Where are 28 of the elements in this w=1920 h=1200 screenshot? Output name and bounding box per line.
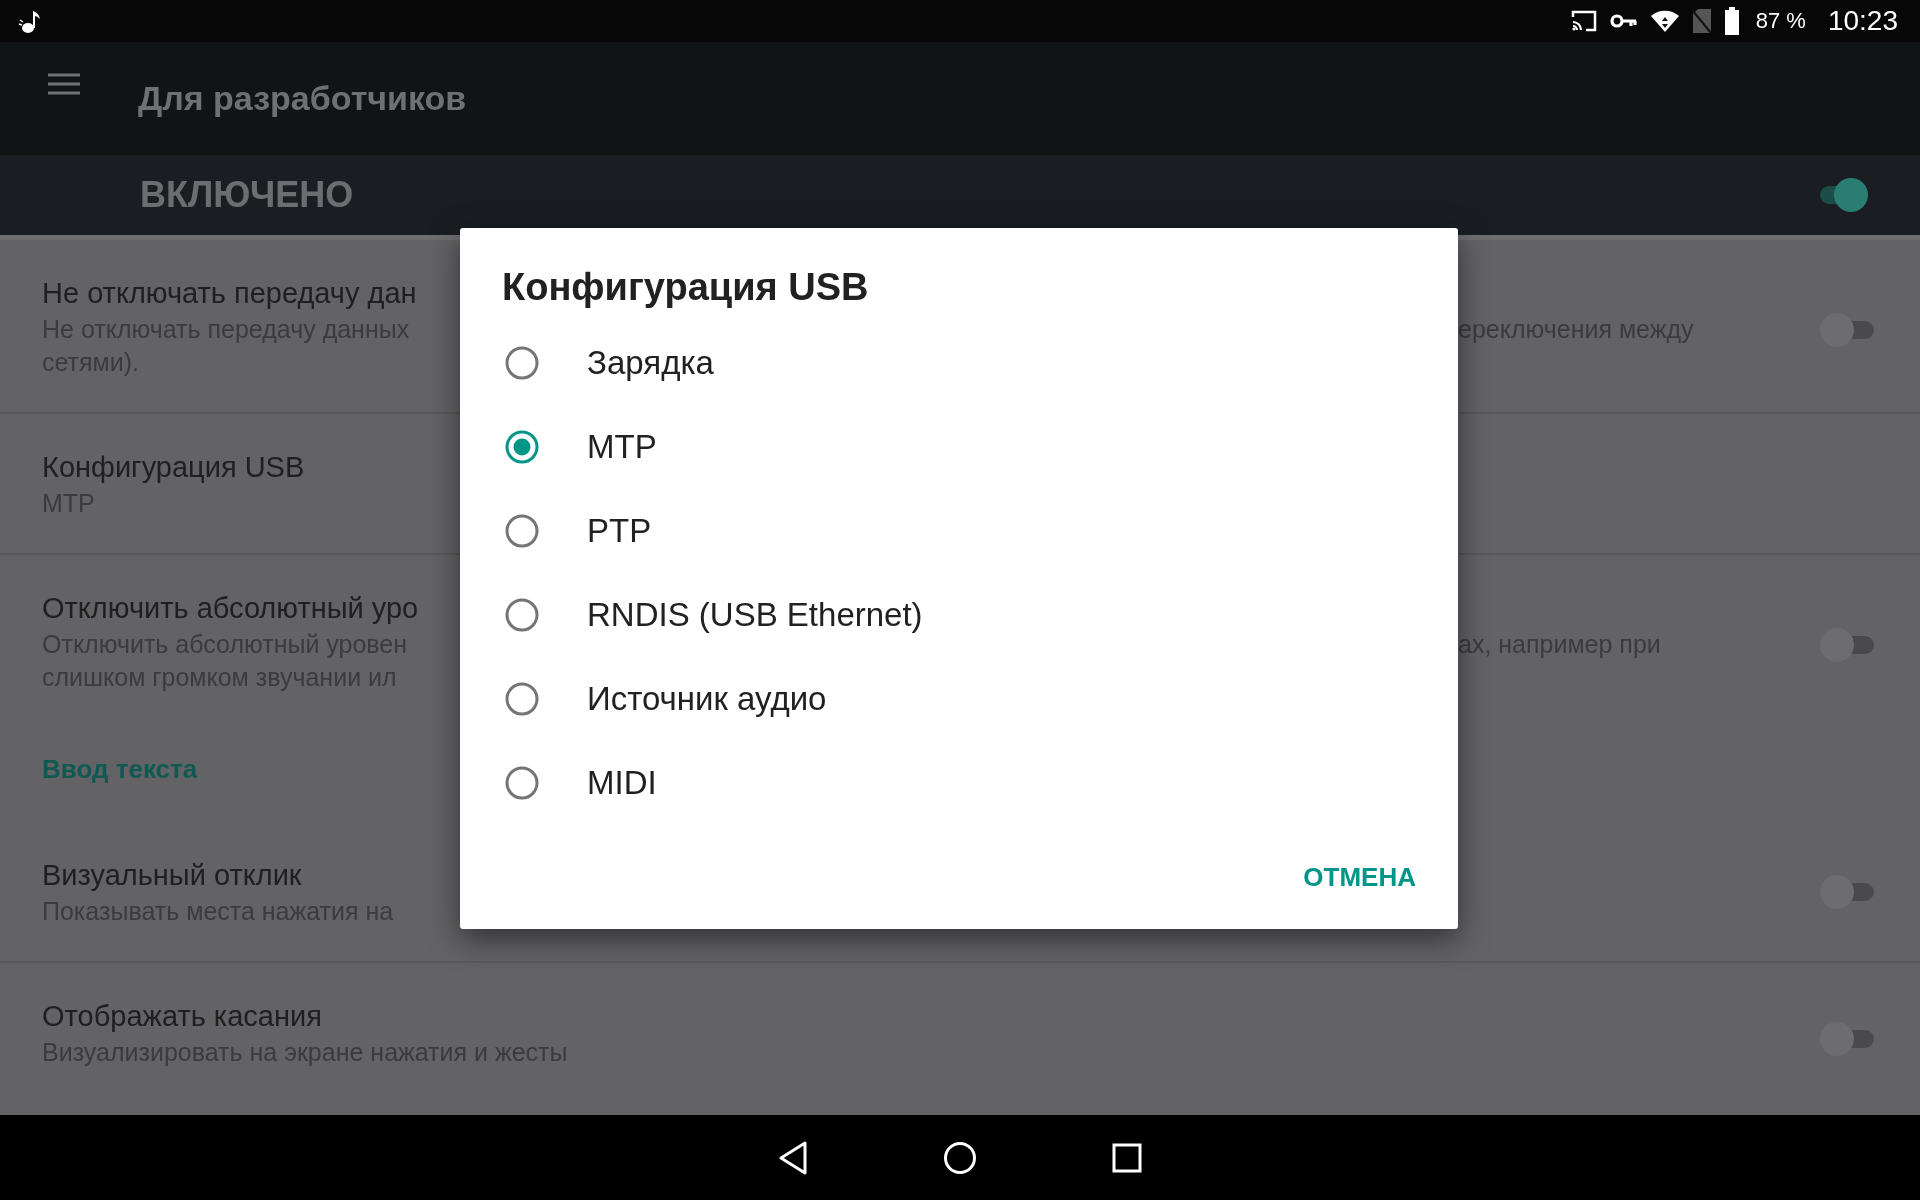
radio-button[interactable]	[505, 598, 539, 632]
battery-icon	[1723, 7, 1740, 35]
recents-icon[interactable]	[1112, 1142, 1142, 1173]
radio-option[interactable]: MIDI	[460, 741, 677, 825]
radio-button[interactable]	[505, 766, 539, 800]
radio-option[interactable]: RNDIS (USB Ethernet)	[460, 573, 943, 657]
cast-icon	[1569, 9, 1598, 33]
screen-title: Для разработчиков	[138, 79, 467, 118]
cancel-button[interactable]: ОТМЕНА	[1291, 852, 1428, 903]
radio-button[interactable]	[505, 346, 539, 380]
switch-label: ВКЛЮЧЕНО	[140, 174, 354, 216]
no-sim-icon	[1691, 8, 1712, 34]
radio-option[interactable]: Источник аудио	[460, 657, 847, 741]
menu-icon[interactable]	[47, 71, 81, 96]
battery-percentage: 87 %	[1755, 8, 1806, 34]
clock: 10:23	[1827, 5, 1898, 37]
radio-button[interactable]	[505, 514, 539, 548]
dialog-title: Конфигурация USB	[502, 266, 869, 309]
home-icon[interactable]	[943, 1140, 977, 1175]
radio-option[interactable]: MTP	[460, 405, 677, 489]
radio-button[interactable]	[505, 430, 539, 464]
wifi-icon	[1649, 9, 1680, 33]
radio-button[interactable]	[505, 682, 539, 716]
radio-option[interactable]: PTP	[460, 489, 672, 573]
radio-option[interactable]: Зарядка	[460, 321, 734, 405]
section-header: Ввод текста	[42, 754, 198, 784]
key-icon	[1609, 12, 1638, 30]
back-icon[interactable]	[778, 1140, 808, 1175]
